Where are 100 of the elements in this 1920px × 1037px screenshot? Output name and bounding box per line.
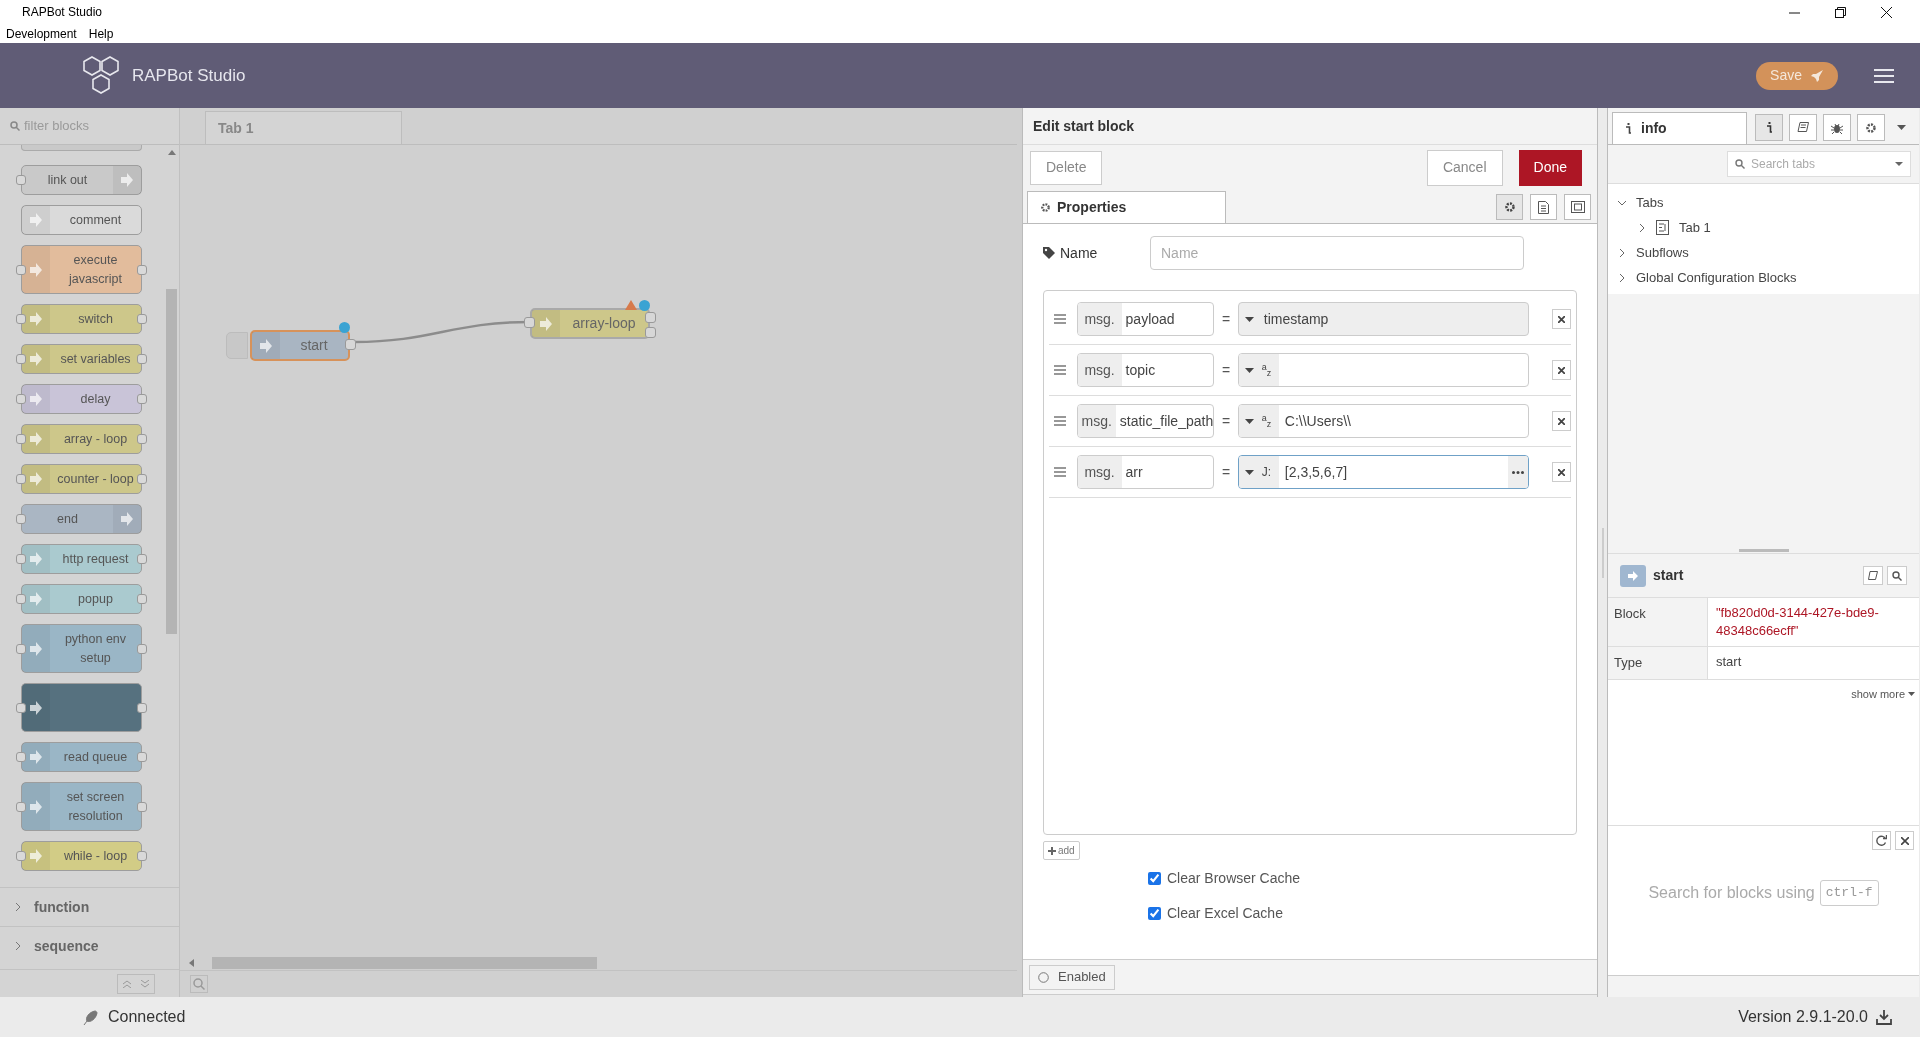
show-more-link[interactable]: show more xyxy=(1851,685,1905,702)
tree-item[interactable]: Subflows xyxy=(1636,242,1689,263)
port-handle[interactable] xyxy=(16,643,26,654)
port-handle[interactable] xyxy=(137,554,147,564)
port-handle[interactable] xyxy=(16,474,26,484)
menu-item[interactable]: Help xyxy=(88,24,114,43)
expand-editor-icon[interactable] xyxy=(1507,456,1528,488)
drag-handle-icon[interactable] xyxy=(1053,466,1067,478)
palette-block[interactable]: delay xyxy=(21,384,142,414)
port-handle[interactable] xyxy=(524,317,535,328)
port-handle[interactable] xyxy=(137,643,147,654)
caret-icon[interactable] xyxy=(1244,316,1254,322)
remove-icon[interactable] xyxy=(1551,309,1571,329)
value-field[interactable]: timestamp xyxy=(1237,302,1529,336)
document-icon[interactable] xyxy=(1530,194,1557,220)
palette-block[interactable]: python env setup xyxy=(21,624,142,673)
info-icon[interactable] xyxy=(1755,114,1783,141)
port-handle[interactable] xyxy=(645,312,656,323)
port-handle[interactable] xyxy=(16,314,26,324)
checkbox[interactable] xyxy=(1148,907,1161,920)
palette-block[interactable]: while - loop xyxy=(21,841,142,871)
palette-block[interactable]: array - loop xyxy=(21,424,142,454)
properties-tab[interactable]: Properties xyxy=(1027,191,1226,223)
port-handle[interactable] xyxy=(137,851,147,861)
flow-node[interactable]: start xyxy=(250,330,350,361)
add-button[interactable]: add xyxy=(1043,841,1080,860)
tree-item[interactable]: Tabs xyxy=(1636,192,1664,213)
tree-item[interactable]: Tab 1 xyxy=(1679,217,1711,238)
search-icon[interactable] xyxy=(1887,566,1907,585)
port-handle[interactable] xyxy=(16,514,26,524)
port-handle[interactable] xyxy=(137,394,147,404)
property-field[interactable]: msg. static_file_path xyxy=(1076,404,1215,438)
category-header[interactable]: sequence xyxy=(0,926,179,965)
port-handle[interactable] xyxy=(345,339,356,350)
caret-icon[interactable] xyxy=(1908,691,1915,696)
property-field[interactable]: msg. arr xyxy=(1076,455,1215,489)
port-handle[interactable] xyxy=(16,851,26,861)
value-field[interactable]: J: [2,3,5,6,7] xyxy=(1237,455,1529,489)
menu-item[interactable]: Development xyxy=(6,24,77,43)
checkbox[interactable] xyxy=(1148,872,1161,885)
drag-handle-icon[interactable] xyxy=(1053,364,1067,376)
category-header[interactable]: function xyxy=(0,887,179,926)
restore-icon[interactable] xyxy=(1834,6,1846,18)
palette-block[interactable]: switch xyxy=(21,304,142,334)
caret-icon[interactable] xyxy=(1244,469,1254,475)
port-handle[interactable] xyxy=(16,752,26,762)
port-handle[interactable] xyxy=(16,702,26,713)
caret-icon[interactable] xyxy=(1244,367,1254,373)
chevron-icon[interactable] xyxy=(1618,198,1626,207)
port-handle[interactable] xyxy=(137,752,147,762)
palette-block[interactable]: set variables xyxy=(21,344,142,374)
caret-icon[interactable] xyxy=(1895,162,1903,166)
palette-block[interactable]: execute javascript xyxy=(21,245,142,294)
remove-icon[interactable] xyxy=(1551,411,1571,431)
palette-block[interactable]: link out xyxy=(21,165,142,195)
cancel-button[interactable]: Cancel xyxy=(1426,149,1503,186)
palette-block[interactable]: end xyxy=(21,504,142,534)
port-handle[interactable] xyxy=(16,394,26,404)
port-handle[interactable] xyxy=(645,327,656,338)
chevron-icon[interactable] xyxy=(1618,273,1626,282)
port-handle[interactable] xyxy=(137,474,147,484)
port-handle[interactable] xyxy=(137,264,147,275)
layout-icon[interactable] xyxy=(1564,194,1591,220)
delete-button[interactable]: Delete xyxy=(1030,150,1103,185)
port-handle[interactable] xyxy=(137,314,147,324)
name-field[interactable]: Name xyxy=(1150,236,1524,270)
info-tab[interactable]: info xyxy=(1612,112,1747,144)
property-field[interactable]: msg. payload xyxy=(1076,302,1215,336)
download-icon[interactable] xyxy=(1876,1009,1892,1025)
port-handle[interactable] xyxy=(16,554,26,564)
chevron-icon[interactable] xyxy=(1618,248,1626,257)
port-handle[interactable] xyxy=(16,264,26,275)
refresh-icon[interactable] xyxy=(1872,831,1891,850)
flow-node[interactable]: array-loop xyxy=(530,308,650,339)
resize-handle[interactable] xyxy=(1738,549,1789,552)
scroll-up-icon[interactable] xyxy=(167,149,176,155)
port-handle[interactable] xyxy=(137,801,147,812)
port-handle[interactable] xyxy=(137,702,147,713)
palette-block[interactable]: comment xyxy=(21,205,142,235)
property-field[interactable]: msg. topic xyxy=(1076,353,1215,387)
enabled-toggle[interactable]: Enabled xyxy=(1029,964,1115,990)
remove-icon[interactable] xyxy=(1551,462,1571,482)
palette-block[interactable]: set screen resolution xyxy=(21,782,142,831)
palette-block[interactable]: http request xyxy=(21,544,142,574)
tree-item[interactable]: Global Configuration Blocks xyxy=(1636,267,1797,288)
palette-block[interactable]: counter - loop xyxy=(21,464,142,494)
caret-icon[interactable] xyxy=(1244,418,1254,424)
port-handle[interactable] xyxy=(16,434,26,444)
port-handle[interactable] xyxy=(137,354,147,364)
port-handle[interactable] xyxy=(16,594,26,604)
drag-handle-icon[interactable] xyxy=(1053,313,1067,325)
port-handle[interactable] xyxy=(16,801,26,812)
menu-icon[interactable] xyxy=(1874,67,1894,84)
port-handle[interactable] xyxy=(16,354,26,364)
canvas-tab[interactable]: Tab 1 xyxy=(205,111,402,144)
bug-icon[interactable] xyxy=(1823,114,1851,141)
palette-block[interactable]: read queue xyxy=(21,742,142,772)
palette-block[interactable]: popup xyxy=(21,584,142,614)
close-icon[interactable] xyxy=(1880,6,1892,18)
scroll-left-icon[interactable] xyxy=(188,959,194,967)
